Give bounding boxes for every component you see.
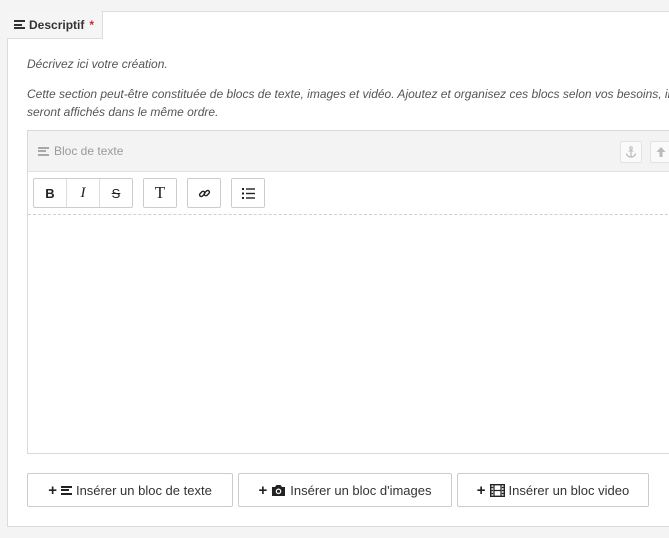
text-block-header: Bloc de texte (28, 131, 669, 172)
plus-icon: + (258, 481, 268, 499)
tab-label: Descriptif (29, 17, 85, 32)
link-icon (198, 189, 210, 197)
list-group (231, 178, 265, 208)
align-left-icon (14, 20, 25, 29)
list-icon (241, 187, 255, 199)
link-group (187, 178, 221, 208)
insert-images-block-button[interactable]: + Insérer un bloc d'images (238, 473, 452, 507)
italic-button[interactable]: I (67, 179, 100, 207)
heading-button[interactable]: T (144, 179, 176, 207)
text-block: Bloc de texte B I S T (27, 130, 669, 454)
anchor-icon[interactable] (620, 141, 642, 163)
insert-images-block-label: Insérer un bloc d'images (290, 482, 432, 498)
bullet-list-button[interactable] (232, 179, 264, 207)
editor-toolbar: B I S T (28, 172, 669, 215)
plus-icon: + (476, 481, 486, 499)
plus-icon: + (48, 481, 57, 499)
strikethrough-button[interactable]: S (100, 179, 132, 207)
camera-icon (272, 484, 286, 496)
insert-text-block-button[interactable]: + Insérer un bloc de texte (27, 473, 233, 507)
text-block-title: Bloc de texte (54, 144, 124, 158)
arrow-up-icon[interactable] (650, 141, 669, 163)
help-text-details: Cette section peut-être constituée de bl… (27, 87, 669, 119)
insert-video-block-label: Insérer un bloc video (508, 482, 630, 498)
help-text-intro: Décrivez ici votre création. (27, 57, 168, 71)
align-left-icon (38, 146, 49, 156)
heading-group: T (143, 178, 177, 208)
required-marker: * (89, 17, 95, 32)
tab-descriptif[interactable]: Descriptif * (7, 11, 104, 39)
format-group: B I S (33, 178, 133, 208)
align-left-icon (60, 485, 72, 495)
text-editor-area[interactable] (28, 215, 669, 451)
insert-video-block-button[interactable]: + Insérer un bloc video (457, 473, 649, 507)
bold-button[interactable]: B (34, 179, 67, 207)
link-button[interactable] (188, 179, 220, 207)
insert-text-block-label: Insérer un bloc de texte (75, 482, 212, 498)
film-icon (489, 483, 505, 497)
